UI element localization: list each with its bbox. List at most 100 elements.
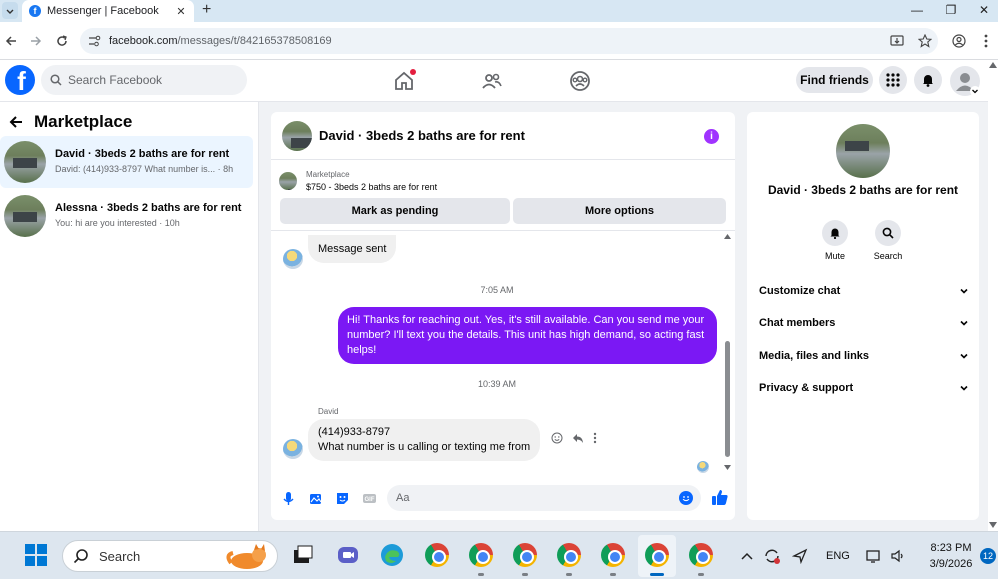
browser-menu-button[interactable] xyxy=(978,33,994,49)
notification-dot xyxy=(410,69,416,75)
scroll-up-icon[interactable] xyxy=(989,62,997,68)
tray-location[interactable] xyxy=(792,532,808,579)
message-thread: Message sent 7:05 AM Hi! Thanks for reac… xyxy=(271,230,735,474)
tray-sync[interactable] xyxy=(763,532,781,579)
minimize-button[interactable]: — xyxy=(909,3,925,17)
groups-nav-button[interactable] xyxy=(568,69,592,93)
section-privacy-support[interactable]: Privacy & support xyxy=(759,377,969,399)
reload-icon xyxy=(57,35,67,46)
taskbar-search[interactable]: Search xyxy=(62,540,278,572)
start-button[interactable] xyxy=(25,544,47,566)
scroll-up-icon[interactable] xyxy=(724,234,731,239)
listing-thumbnail xyxy=(279,172,297,190)
mark-as-pending-button[interactable]: Mark as pending xyxy=(280,198,510,224)
friends-icon xyxy=(482,73,502,89)
tray-overflow[interactable] xyxy=(740,532,754,579)
section-chat-members[interactable]: Chat members xyxy=(759,312,969,334)
scroll-down-icon[interactable] xyxy=(989,522,997,528)
search-icon xyxy=(73,549,88,564)
video-call-icon xyxy=(338,547,358,563)
running-indicator xyxy=(522,573,528,576)
notification-count-badge[interactable]: 12 xyxy=(980,548,996,564)
scroll-down-icon[interactable] xyxy=(724,465,731,470)
search-in-chat-button[interactable]: Search xyxy=(868,220,908,261)
page-scrollbar[interactable] xyxy=(988,60,998,531)
section-customize-chat[interactable]: Customize chat xyxy=(759,280,969,302)
notifications-button[interactable] xyxy=(914,66,942,94)
friends-nav-button[interactable] xyxy=(480,69,504,93)
site-info-icon[interactable] xyxy=(88,34,102,48)
install-app-icon[interactable] xyxy=(890,34,904,48)
taskbar-app-chrome-profile-4[interactable] xyxy=(601,543,625,567)
gif-icon[interactable]: GIF xyxy=(361,490,378,507)
chat-details-panel: David · 3beds 2 baths are for rent Mute … xyxy=(747,112,979,520)
marketplace-listing-strip[interactable]: Marketplace $750 - 3beds 2 baths are for… xyxy=(279,168,437,194)
like-button[interactable] xyxy=(711,488,729,506)
section-media-files-links[interactable]: Media, files and links xyxy=(759,345,969,367)
taskbar-app-chrome-profile-5[interactable] xyxy=(689,543,713,567)
chevron-down-icon xyxy=(960,288,968,294)
back-button[interactable] xyxy=(3,33,19,49)
chat-panel: David · 3beds 2 baths are for rent i Mar… xyxy=(271,112,735,520)
bookmark-star-icon[interactable] xyxy=(918,34,932,48)
taskbar-app-chrome[interactable] xyxy=(425,543,449,567)
browser-tab-messenger[interactable]: f Messenger | Facebook ✕ xyxy=(22,0,194,22)
find-friends-button[interactable]: Find friends xyxy=(796,67,873,93)
taskbar-clock[interactable]: 8:23 PM 3/9/2026 xyxy=(918,540,984,572)
microphone-icon[interactable] xyxy=(280,490,297,507)
message-line: What number is u calling or texting me f… xyxy=(318,441,531,453)
browser-tab-strip: f Messenger | Facebook ✕ + — ❐ ✕ xyxy=(0,0,998,22)
conversation-item-david[interactable]: David · 3beds 2 baths are for rent David… xyxy=(0,136,253,188)
message-scrollbar[interactable] xyxy=(724,231,731,475)
chat-avatar[interactable] xyxy=(282,120,312,151)
taskbar-app-chrome-profile-3[interactable] xyxy=(557,543,581,567)
info-icon[interactable]: i xyxy=(704,129,719,144)
taskbar-app-chrome-profile-2[interactable] xyxy=(513,543,537,567)
mute-button[interactable]: Mute xyxy=(815,220,855,261)
taskbar-app-edge[interactable] xyxy=(380,543,404,567)
conversation-item-alessna[interactable]: Alessna · 3beds 2 baths are for rent You… xyxy=(0,190,253,242)
forward-button[interactable] xyxy=(28,33,44,49)
scrollbar-thumb[interactable] xyxy=(725,341,730,457)
reload-button[interactable] xyxy=(54,33,70,49)
running-indicator xyxy=(478,573,484,576)
tray-volume[interactable] xyxy=(890,532,906,579)
listing-price-title: $750 - 3beds 2 baths are for rent xyxy=(306,182,438,192)
taskbar-app-meet[interactable] xyxy=(336,543,360,567)
message-input[interactable]: Aa xyxy=(387,485,701,511)
tray-language[interactable]: ENG xyxy=(826,532,850,579)
menu-button[interactable] xyxy=(879,66,907,94)
address-bar[interactable]: facebook.com/messages/t/842165378508169 xyxy=(80,28,938,54)
back-arrow-icon[interactable] xyxy=(8,114,24,130)
message-bubble-incoming: Message sent xyxy=(308,235,397,263)
emoji-icon[interactable] xyxy=(679,491,693,505)
maximize-button[interactable]: ❐ xyxy=(943,3,959,17)
edge-browser-icon xyxy=(381,544,403,566)
new-tab-button[interactable]: + xyxy=(202,2,211,18)
section-label: Privacy & support xyxy=(759,382,854,394)
tab-close-icon[interactable]: ✕ xyxy=(174,5,188,18)
react-emoji-icon[interactable] xyxy=(551,432,563,444)
chat-title[interactable]: David · 3beds 2 baths are for rent xyxy=(319,128,525,143)
marketplace-label: Marketplace xyxy=(306,170,350,179)
contact-listing-avatar[interactable] xyxy=(836,124,890,178)
close-window-button[interactable]: ✕ xyxy=(976,3,992,17)
tab-search-menu[interactable] xyxy=(2,2,18,19)
profile-button[interactable] xyxy=(951,33,967,49)
url-path: /messages/t/842165378508169 xyxy=(177,35,332,47)
more-vertical-icon[interactable] xyxy=(593,432,597,444)
reply-icon[interactable] xyxy=(572,432,584,444)
running-indicator xyxy=(610,573,616,576)
account-avatar[interactable] xyxy=(950,66,980,96)
home-nav-button[interactable] xyxy=(392,69,416,93)
facebook-search-input[interactable]: Search Facebook xyxy=(41,65,247,95)
photo-icon[interactable] xyxy=(307,490,324,507)
more-options-button[interactable]: More options xyxy=(513,198,726,224)
sticker-icon[interactable] xyxy=(334,490,351,507)
tray-network[interactable] xyxy=(866,532,882,579)
taskbar-app-chrome-profile-1[interactable] xyxy=(469,543,493,567)
taskbar-app-chrome-active[interactable] xyxy=(645,543,669,567)
taskbar-app-taskview[interactable] xyxy=(291,543,315,567)
timestamp: 10:39 AM xyxy=(477,379,517,389)
facebook-logo-icon[interactable]: f xyxy=(5,65,35,95)
